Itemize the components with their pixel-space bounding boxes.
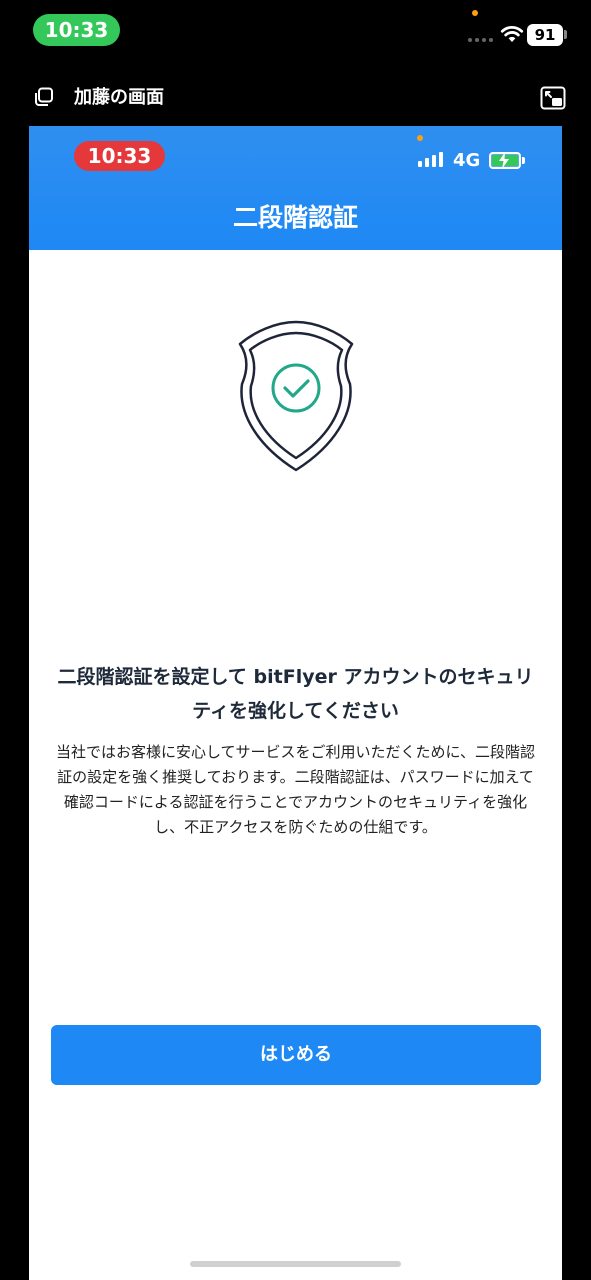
- description-text: 当社ではお客様に安心してサービスをご利用いただくために、二段階認証の設定を強く推…: [55, 743, 536, 836]
- privacy-indicator-dot: [472, 10, 478, 16]
- cellular-signal-icon: [418, 152, 443, 167]
- battery-nub: [522, 157, 525, 164]
- shared-phone-screen: 10:33 4G 二段階認証 二段階認証を設定して bitFlyer アカウント…: [29, 126, 562, 1280]
- outer-status-bar: 10:33 91: [0, 0, 591, 66]
- wifi-icon: [500, 24, 524, 48]
- headline: 二段階認証を設定して bitFlyer アカウントのセキュリティを強化してくださ…: [57, 666, 534, 722]
- inner-status-time: 10:33: [74, 141, 165, 171]
- picture-in-picture-icon[interactable]: [540, 86, 566, 114]
- start-button[interactable]: はじめる: [51, 1025, 541, 1085]
- shield-check-icon: [234, 320, 358, 476]
- home-indicator[interactable]: [190, 1261, 401, 1267]
- page-title: 二段階認証: [232, 203, 358, 232]
- app-header: 10:33 4G 二段階認証: [29, 126, 562, 250]
- screen-share-bar: 加藤の画面: [0, 80, 591, 116]
- battery-nub: [564, 30, 567, 39]
- cellular-signal-icon: [468, 38, 493, 42]
- privacy-indicator-dot: [417, 135, 423, 141]
- screen-share-icon[interactable]: [34, 87, 54, 111]
- outer-status-time: 10:33: [33, 14, 120, 46]
- battery-level: 91: [527, 24, 563, 46]
- battery-charging-icon: [489, 152, 521, 169]
- share-screen-title: 加藤の画面: [74, 87, 164, 108]
- network-type-label: 4G: [453, 150, 481, 171]
